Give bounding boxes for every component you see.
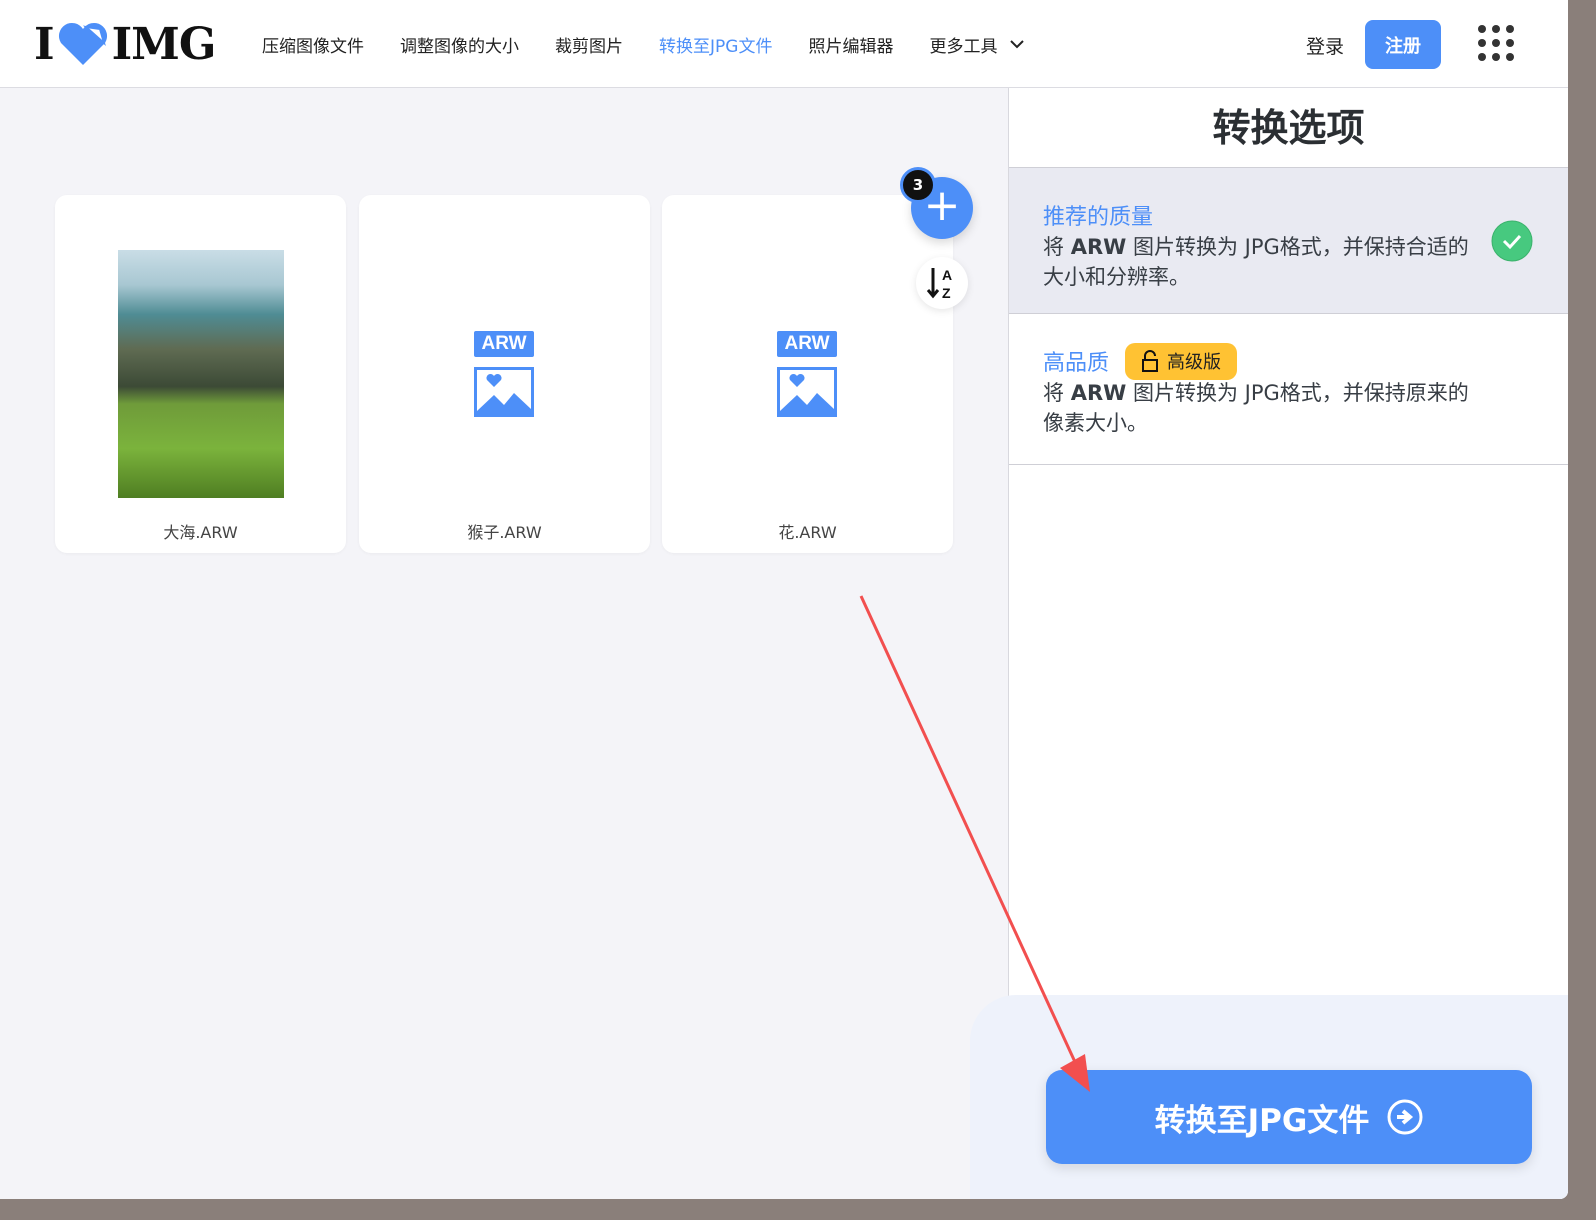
option-description: 将 ARW 图片转换为 JPG格式，并保持合适的大小和分辨率。 xyxy=(1043,235,1469,289)
arw-file-icon: ARW xyxy=(777,331,837,421)
premium-badge[interactable]: 高级版 xyxy=(1125,342,1238,380)
file-card[interactable]: ARW 花.ARW xyxy=(662,195,953,553)
sort-az-icon: AZ xyxy=(926,267,952,301)
nav-photo-editor[interactable]: 照片编辑器 xyxy=(808,32,893,57)
sidebar-title: 转换选项 xyxy=(1009,88,1568,168)
app-window: I IMG 压缩图像文件 调整图像的大小 裁剪图片 转换至JPG文件 照片编辑器… xyxy=(0,0,1568,1199)
logo-i: I xyxy=(34,18,55,70)
nav-more-tools[interactable]: 更多工具 xyxy=(929,32,1025,57)
svg-text:A: A xyxy=(942,267,952,283)
logo[interactable]: I IMG xyxy=(34,18,217,70)
option-title: 推荐的质量 xyxy=(1043,205,1154,230)
signup-button[interactable]: 注册 xyxy=(1365,20,1441,69)
nav-crop[interactable]: 裁剪图片 xyxy=(555,32,623,57)
image-icon xyxy=(777,367,837,417)
option-title: 高品质 xyxy=(1043,351,1110,376)
login-link[interactable]: 登录 xyxy=(1306,32,1344,59)
nav-more-label: 更多工具 xyxy=(929,36,998,57)
check-circle-icon xyxy=(1491,220,1533,262)
nav-compress[interactable]: 压缩图像文件 xyxy=(262,32,364,57)
file-name: 大海.ARW xyxy=(163,523,238,542)
arw-file-icon: ARW xyxy=(474,331,534,421)
convert-to-jpg-button[interactable]: 转换至JPG文件 xyxy=(1046,1070,1532,1164)
option-description: 将 ARW 图片转换为 JPG格式，并保持原来的像素大小。 xyxy=(1043,381,1469,435)
file-type-tag: ARW xyxy=(474,331,534,357)
sort-az-button[interactable]: AZ xyxy=(916,257,968,309)
top-header: I IMG 压缩图像文件 调整图像的大小 裁剪图片 转换至JPG文件 照片编辑器… xyxy=(0,0,1568,88)
nav-convert-jpg[interactable]: 转换至JPG文件 xyxy=(659,32,772,57)
file-name: 猴子.ARW xyxy=(467,523,542,542)
file-count-badge: 3 xyxy=(900,167,936,203)
file-card[interactable]: ARW 猴子.ARW xyxy=(359,195,650,553)
file-card[interactable]: 大海.ARW xyxy=(55,195,346,553)
image-icon xyxy=(474,367,534,417)
main-nav: 压缩图像文件 调整图像的大小 裁剪图片 转换至JPG文件 照片编辑器 更多工具 xyxy=(262,0,1025,88)
chevron-down-icon xyxy=(1010,40,1025,49)
svg-text:Z: Z xyxy=(942,285,951,301)
option-high-quality[interactable]: 高品质 高级版 将 ARW 图片转换为 JPG格式，并保持原来的像素大小。 xyxy=(1009,314,1568,465)
lock-icon xyxy=(1142,350,1159,372)
option-recommended-quality[interactable]: 推荐的质量 将 ARW 图片转换为 JPG格式，并保持合适的大小和分辨率。 xyxy=(1009,168,1568,314)
apps-grid-icon[interactable] xyxy=(1478,25,1516,63)
file-thumbnail xyxy=(118,250,284,498)
file-type-tag: ARW xyxy=(777,331,837,357)
nav-resize[interactable]: 调整图像的大小 xyxy=(400,32,519,57)
logo-img: IMG xyxy=(111,18,217,70)
premium-label: 高级版 xyxy=(1167,352,1222,373)
arrow-right-circle-icon xyxy=(1387,1099,1423,1135)
heart-icon xyxy=(58,22,107,65)
file-name: 花.ARW xyxy=(778,523,837,542)
convert-button-label: 转换至JPG文件 xyxy=(1154,1102,1370,1139)
